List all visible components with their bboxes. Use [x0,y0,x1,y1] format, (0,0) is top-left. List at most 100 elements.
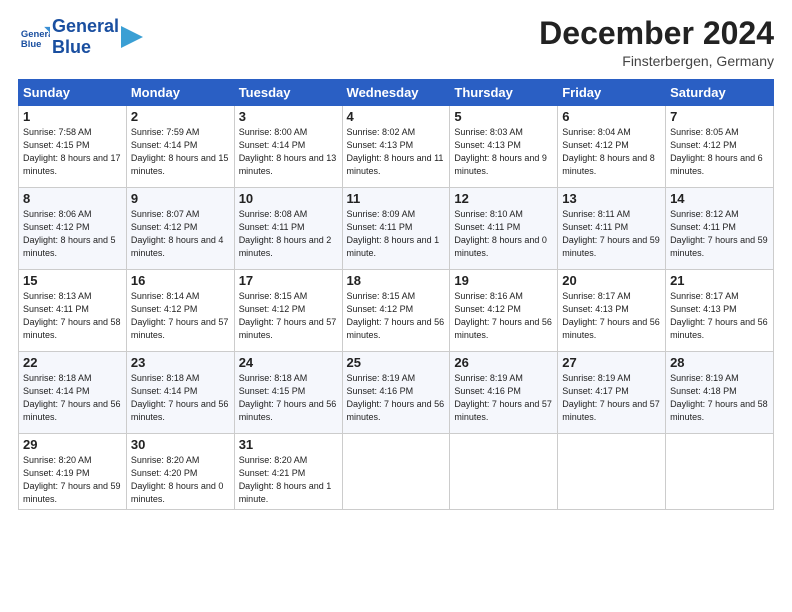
calendar-cell: 29Sunrise: 8:20 AMSunset: 4:19 PMDayligh… [19,434,127,510]
page: General Blue General Blue December 2024 … [0,0,792,612]
logo-blue: Blue [52,37,91,57]
calendar-cell: 16 Sunrise: 8:14 AMSunset: 4:12 PMDayligh… [126,270,234,352]
cell-info: Sunrise: 8:09 AMSunset: 4:11 PMDaylight:… [347,208,446,260]
cell-info: Sunrise: 8:20 AMSunset: 4:21 PMDaylight:… [239,454,338,506]
calendar-cell: 20Sunrise: 8:17 AMSunset: 4:13 PMDayligh… [558,270,666,352]
calendar-cell: 10 Sunrise: 8:08 AMSunset: 4:11 PMDayligh… [234,188,342,270]
day-number: 19 [454,273,553,288]
cell-info: Sunrise: 8:13 AMSunset: 4:11 PMDaylight:… [23,290,122,342]
cell-info: Sunrise: 8:20 AMSunset: 4:19 PMDaylight:… [23,454,122,506]
logo-triangle-icon [121,26,143,48]
cell-info: Sunrise: 8:08 AMSunset: 4:11 PMDaylight:… [239,208,338,260]
calendar-cell: 13Sunrise: 8:11 AMSunset: 4:11 PMDayligh… [558,188,666,270]
calendar-week-row: 8 Sunrise: 8:06 AMSunset: 4:12 PMDaylight… [19,188,774,270]
calendar-cell: 21 Sunrise: 8:17 AMSunset: 4:13 PMDayligh… [666,270,774,352]
day-number: 14 [670,191,769,206]
day-number: 15 [23,273,122,288]
cell-info: Sunrise: 8:16 AMSunset: 4:12 PMDaylight:… [454,290,553,342]
weekday-header-friday: Friday [558,80,666,106]
cell-info: Sunrise: 8:07 AMSunset: 4:12 PMDaylight:… [131,208,230,260]
cell-info: Sunrise: 8:02 AMSunset: 4:13 PMDaylight:… [347,126,446,178]
weekday-header-tuesday: Tuesday [234,80,342,106]
weekday-header-wednesday: Wednesday [342,80,450,106]
cell-info: Sunrise: 8:15 AMSunset: 4:12 PMDaylight:… [347,290,446,342]
day-number: 10 [239,191,338,206]
cell-info: Sunrise: 8:18 AMSunset: 4:14 PMDaylight:… [131,372,230,424]
calendar-cell: 28 Sunrise: 8:19 AMSunset: 4:18 PMDayligh… [666,352,774,434]
calendar-cell: 14 Sunrise: 8:12 AMSunset: 4:11 PMDayligh… [666,188,774,270]
calendar-cell: 17 Sunrise: 8:15 AMSunset: 4:12 PMDayligh… [234,270,342,352]
calendar-cell [450,434,558,510]
cell-info: Sunrise: 8:00 AMSunset: 4:14 PMDaylight:… [239,126,338,178]
calendar-week-row: 15 Sunrise: 8:13 AMSunset: 4:11 PMDayligh… [19,270,774,352]
calendar-cell: 12 Sunrise: 8:10 AMSunset: 4:11 PMDayligh… [450,188,558,270]
cell-info: Sunrise: 8:18 AMSunset: 4:14 PMDaylight:… [23,372,122,424]
day-number: 26 [454,355,553,370]
calendar-cell: 4 Sunrise: 8:02 AMSunset: 4:13 PMDaylight… [342,106,450,188]
calendar-cell: 22 Sunrise: 8:18 AMSunset: 4:14 PMDayligh… [19,352,127,434]
day-number: 22 [23,355,122,370]
day-number: 27 [562,355,661,370]
cell-info: Sunrise: 8:12 AMSunset: 4:11 PMDaylight:… [670,208,769,260]
day-number: 12 [454,191,553,206]
calendar-cell: 25 Sunrise: 8:19 AMSunset: 4:16 PMDayligh… [342,352,450,434]
day-number: 2 [131,109,230,124]
cell-info: Sunrise: 8:04 AMSunset: 4:12 PMDaylight:… [562,126,661,178]
cell-info: Sunrise: 8:18 AMSunset: 4:15 PMDaylight:… [239,372,338,424]
title-block: December 2024 Finsterbergen, Germany [539,16,774,69]
cell-info: Sunrise: 8:14 AMSunset: 4:12 PMDaylight:… [131,290,230,342]
calendar-cell: 19 Sunrise: 8:16 AMSunset: 4:12 PMDayligh… [450,270,558,352]
calendar-cell [342,434,450,510]
day-number: 21 [670,273,769,288]
location: Finsterbergen, Germany [539,53,774,69]
day-number: 25 [347,355,446,370]
day-number: 8 [23,191,122,206]
calendar-header-row: SundayMondayTuesdayWednesdayThursdayFrid… [19,80,774,106]
calendar-cell: 6Sunrise: 8:04 AMSunset: 4:12 PMDaylight… [558,106,666,188]
month-title: December 2024 [539,16,774,51]
day-number: 28 [670,355,769,370]
cell-info: Sunrise: 8:06 AMSunset: 4:12 PMDaylight:… [23,208,122,260]
weekday-header-thursday: Thursday [450,80,558,106]
calendar-cell: 31Sunrise: 8:20 AMSunset: 4:21 PMDayligh… [234,434,342,510]
calendar-cell: 1 Sunrise: 7:58 AMSunset: 4:15 PMDaylight… [19,106,127,188]
header: General Blue General Blue December 2024 … [18,16,774,69]
svg-text:General: General [21,29,50,40]
calendar-cell: 18Sunrise: 8:15 AMSunset: 4:12 PMDayligh… [342,270,450,352]
calendar-cell: 23 Sunrise: 8:18 AMSunset: 4:14 PMDayligh… [126,352,234,434]
cell-info: Sunrise: 8:10 AMSunset: 4:11 PMDaylight:… [454,208,553,260]
day-number: 24 [239,355,338,370]
day-number: 30 [131,437,230,452]
calendar-cell: 9Sunrise: 8:07 AMSunset: 4:12 PMDaylight… [126,188,234,270]
cell-info: Sunrise: 7:59 AMSunset: 4:14 PMDaylight:… [131,126,230,178]
day-number: 17 [239,273,338,288]
cell-info: Sunrise: 8:15 AMSunset: 4:12 PMDaylight:… [239,290,338,342]
weekday-header-sunday: Sunday [19,80,127,106]
cell-info: Sunrise: 8:19 AMSunset: 4:17 PMDaylight:… [562,372,661,424]
cell-info: Sunrise: 8:17 AMSunset: 4:13 PMDaylight:… [670,290,769,342]
day-number: 23 [131,355,230,370]
calendar-cell [666,434,774,510]
weekday-header-saturday: Saturday [666,80,774,106]
day-number: 5 [454,109,553,124]
calendar-cell: 5 Sunrise: 8:03 AMSunset: 4:13 PMDaylight… [450,106,558,188]
calendar-cell: 8 Sunrise: 8:06 AMSunset: 4:12 PMDaylight… [19,188,127,270]
day-number: 11 [347,191,446,206]
calendar-cell: 7Sunrise: 8:05 AMSunset: 4:12 PMDaylight… [666,106,774,188]
cell-info: Sunrise: 8:19 AMSunset: 4:16 PMDaylight:… [347,372,446,424]
calendar-cell: 15 Sunrise: 8:13 AMSunset: 4:11 PMDayligh… [19,270,127,352]
calendar-cell: 11 Sunrise: 8:09 AMSunset: 4:11 PMDayligh… [342,188,450,270]
day-number: 4 [347,109,446,124]
cell-info: Sunrise: 7:58 AMSunset: 4:15 PMDaylight:… [23,126,122,178]
calendar-week-row: 29Sunrise: 8:20 AMSunset: 4:19 PMDayligh… [19,434,774,510]
day-number: 7 [670,109,769,124]
cell-info: Sunrise: 8:03 AMSunset: 4:13 PMDaylight:… [454,126,553,178]
day-number: 16 [131,273,230,288]
calendar-cell [558,434,666,510]
calendar-cell: 30Sunrise: 8:20 AMSunset: 4:20 PMDayligh… [126,434,234,510]
calendar-table: SundayMondayTuesdayWednesdayThursdayFrid… [18,79,774,510]
cell-info: Sunrise: 8:19 AMSunset: 4:18 PMDaylight:… [670,372,769,424]
svg-text:Blue: Blue [21,39,41,50]
calendar-cell: 3Sunrise: 8:00 AMSunset: 4:14 PMDaylight… [234,106,342,188]
day-number: 1 [23,109,122,124]
